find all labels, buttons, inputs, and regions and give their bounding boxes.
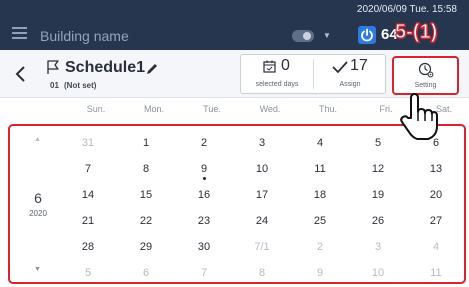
calendar-day[interactable]: 30 [175,234,233,260]
calendar-day[interactable]: 4 [407,234,465,260]
calendar-day[interactable]: 7/1 [233,234,291,260]
weekday-label: Wed. [259,104,281,114]
calendar-day[interactable]: 23 [175,208,233,234]
hand-pointer-icon [400,93,438,140]
calendar-day[interactable]: 27 [407,208,465,234]
calendar-day[interactable]: 25 [291,208,349,234]
check-icon [332,61,348,74]
calendar-day[interactable]: 8 [117,156,175,182]
calendar-day[interactable]: 7 [175,260,233,286]
weekday-label: Sun. [86,104,106,114]
schedule-name: Schedule1 [65,59,146,76]
calendar-day[interactable]: 31 [59,130,117,156]
calendar-day[interactable]: 22 [117,208,175,234]
menu-icon[interactable] [12,27,27,39]
calendar-day[interactable]: 9 [291,260,349,286]
calendar-day[interactable]: 10 [349,260,407,286]
setting-label: Setting [414,82,437,89]
clock-gear-icon [418,62,434,78]
calendar-day[interactable]: 11 [291,156,349,182]
calendar-day[interactable]: 16 [175,182,233,208]
today-indicator [203,177,206,180]
calendar-day[interactable]: 26 [349,208,407,234]
calendar-day[interactable]: 7 [59,156,117,182]
calendar-day[interactable]: 6 [117,260,175,286]
calendar-day[interactable]: 12 [349,156,407,182]
calendar-day[interactable]: 8 [233,260,291,286]
calendar-day[interactable]: 10 [233,156,291,182]
calendar-day[interactable]: 17 [233,182,291,208]
selected-days-count: 0 [281,57,290,74]
calendar-day[interactable]: 20 [407,182,465,208]
setting-button[interactable]: Setting [392,56,459,95]
schedule-status: (Not set) [64,81,97,90]
flag-icon [47,60,59,74]
weekday-label: Thu. [318,104,337,114]
weekday-label: Mon. [143,104,164,114]
calendar-day[interactable]: 29 [117,234,175,260]
calendar-day[interactable]: 28 [59,234,117,260]
toggle-icon[interactable] [292,30,314,42]
assign-count: 17 [350,57,368,74]
calendar-day[interactable]: 3 [349,234,407,260]
building-name[interactable]: Building name [40,28,129,44]
back-icon[interactable] [14,63,28,85]
calendar-day[interactable]: 2 [291,234,349,260]
calendar-day[interactable]: 13 [407,156,465,182]
calendar-day[interactable]: 5 [59,260,117,286]
next-month-icon[interactable]: ▼ [34,266,41,273]
selected-days-label: selected days [255,81,299,88]
year-label: 2020 [29,209,47,218]
calendar-day[interactable]: 15 [117,182,175,208]
step-annotation: 5-(1) [394,21,438,44]
schedule-number: 01 [50,81,59,90]
screen: Building name 2020/06/09 Tue. 15:58 ▼ 6 4… [0,0,469,287]
calendar-day[interactable]: 21 [59,208,117,234]
pencil-icon[interactable] [145,62,159,76]
datetime: 2020/06/09 Tue. 15:58 [356,4,457,15]
assign-button[interactable]: 17 Assign [314,55,386,93]
calendar-grid: ▲ 6 2020 ▼ 31 1 2 3 4 5 6 7 8 9 10 11 12 13 14 15 16 17 18… [8,124,466,284]
dropdown-caret-icon[interactable]: ▼ [323,31,331,40]
calendar-day[interactable]: 4 [291,130,349,156]
previous-month-icon[interactable]: ▲ [34,136,41,143]
selected-days-button[interactable]: 0 selected days [241,55,313,93]
weekday-label: Tue. [203,104,221,114]
power-icon[interactable] [358,26,376,44]
calendar-day[interactable]: 14 [59,182,117,208]
calendar-day[interactable]: 19 [349,182,407,208]
schedule-actions: 0 selected days 17 Assign [240,54,386,94]
calendar-day[interactable]: 24 [233,208,291,234]
calendar-icon [263,60,276,73]
calendar-day[interactable]: 9 [175,156,233,182]
calendar-day[interactable]: 18 [291,182,349,208]
calendar-day[interactable]: 11 [407,260,465,286]
month-label: 6 [34,190,42,206]
calendar-day[interactable]: 3 [233,130,291,156]
assign-label: Assign [339,81,361,88]
calendar-day[interactable]: 1 [117,130,175,156]
calendar-day[interactable]: 2 [175,130,233,156]
